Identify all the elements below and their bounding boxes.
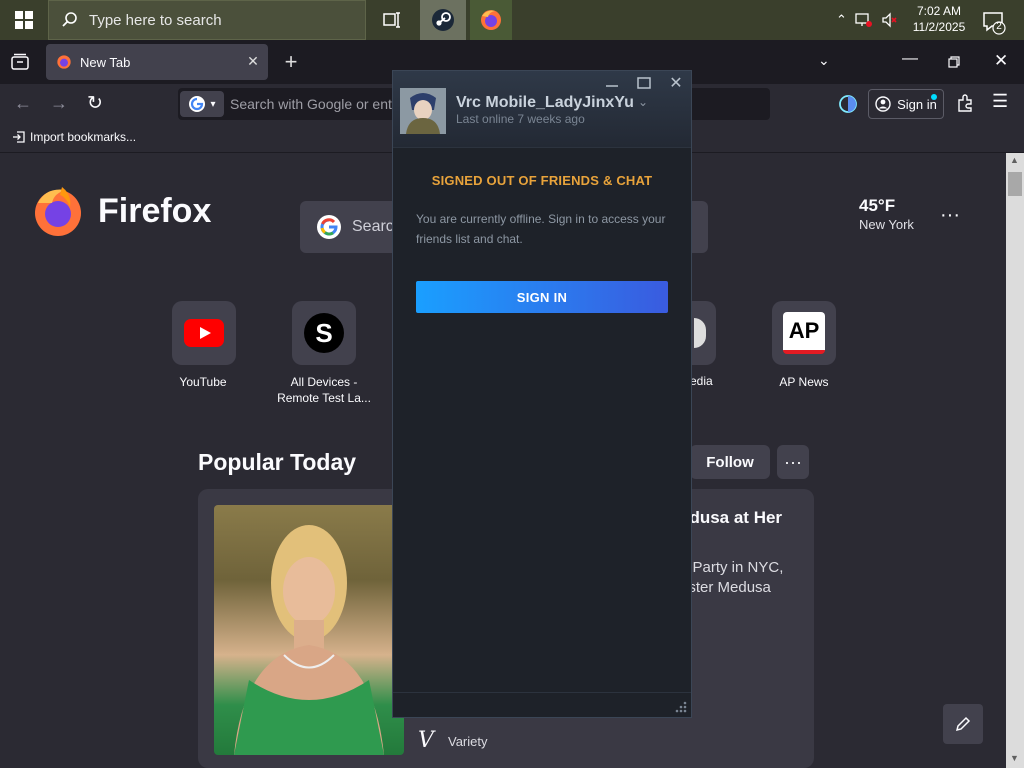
taskbar-search-box[interactable]: Type here to search [48,0,366,40]
scrollbar[interactable]: ▲ ▼ [1006,153,1024,768]
steam-close-icon[interactable]: ✕ [668,76,684,92]
reload-icon[interactable]: ↻ [87,92,103,115]
google-search-icon [317,215,341,239]
steam-footer-divider [393,692,691,693]
clock-time: 7:02 AM [916,4,962,18]
account-icon [875,96,891,112]
window-restore-icon[interactable] [948,56,960,68]
firefox-tab-icon [57,55,71,69]
scrollbar-thumb[interactable] [1008,172,1022,196]
action-center-button[interactable]: 2 [980,8,1008,36]
steam-username[interactable]: Vrc Mobile_LadyJinxYu [456,94,634,112]
shortcut-all-devices-label-line2: Remote Test La... [277,391,371,405]
forward-arrow-icon[interactable]: → [50,93,68,114]
clock-date: 11/2/2025 [912,20,966,34]
firefox-monitor-icon[interactable] [838,94,858,114]
menu-hamburger-icon[interactable]: ☰ [992,91,1008,112]
steam-maximize-icon[interactable] [636,76,652,90]
system-tray: ⌃ [836,0,916,40]
weather-temperature[interactable]: 45°F [859,196,895,216]
resize-grip-icon[interactable] [672,698,688,714]
start-button[interactable] [0,0,48,40]
story-photo-icon [234,525,384,755]
firefox-logo-icon [35,187,81,236]
story-image [214,505,404,755]
search-icon [62,12,77,27]
notification-icon [983,12,1006,35]
youtube-icon [184,319,224,347]
weather-more-icon[interactable]: ··· [940,204,960,227]
steam-minimize-icon[interactable] [604,76,620,90]
follow-button[interactable]: Follow [690,445,770,479]
google-icon [189,96,206,112]
import-bookmarks-button[interactable]: Import bookmarks... [12,130,136,144]
steam-sign-in-button[interactable]: SIGN IN [416,281,668,313]
search-engine-selector[interactable]: ▾ [180,91,224,117]
taskbar-steam-button[interactable] [420,0,466,40]
steam-icon [432,9,454,31]
taskbar-clock[interactable]: 7:02 AM 11/2/2025 [906,3,972,35]
weather-city[interactable]: New York [859,217,914,232]
tab-new-tab[interactable]: New Tab [46,44,268,80]
shortcut-youtube[interactable] [172,301,236,365]
scroll-down-icon[interactable]: ▼ [1010,753,1019,763]
shortcut-all-devices-label-line1: All Devices - [290,375,358,389]
story-description-line1: n Party in NYC, [680,559,784,576]
account-sign-in-button[interactable]: Sign in [868,89,944,119]
firefox-wordmark: Firefox [98,192,212,230]
extensions-icon[interactable] [956,94,974,112]
shortcut-ap-news-label: AP News [779,375,829,389]
shortcut-media-label: edia [690,374,713,388]
popular-today-heading: Popular Today [198,449,357,475]
story-description-line2: nster Medusa [680,579,771,596]
steam-avatar[interactable] [400,88,446,134]
notification-count: 2 [996,21,1002,32]
story-description: n Party in NYC, nster Medusa [680,558,810,598]
variety-logo-icon: V [418,728,434,753]
shortcut-all-devices[interactable]: S [292,301,356,365]
story-source: Variety [448,734,488,749]
task-view-icon [383,12,400,28]
url-bar-placeholder: Search with Google or ente [230,96,400,112]
task-view-button[interactable] [370,0,414,40]
list-all-tabs-icon[interactable]: ⌄ [818,52,830,69]
shortcut-ap-news[interactable]: AP [772,301,836,365]
firefox-view-icon[interactable] [10,53,30,71]
steam-friends-window [392,70,692,718]
window-minimize-icon[interactable]: — [902,50,918,68]
speaker-muted-icon[interactable] [881,12,899,28]
import-icon [13,131,25,143]
s-app-icon: S [304,313,344,353]
steam-signed-out-heading: SIGNED OUT OF FRIENDS & CHAT [431,173,653,188]
shortcut-all-devices-label: All Devices - Remote Test La... [269,374,379,406]
chevron-up-icon[interactable]: ⌃ [836,12,847,28]
tab-title: New Tab [80,54,131,70]
steam-header-divider [393,147,691,148]
story-title[interactable]: edusa at Her [680,508,810,528]
taskbar-search-placeholder: Type here to search [89,11,222,29]
more-options-button[interactable]: ··· [777,445,809,479]
firefox-icon [481,10,501,30]
chevron-down-icon[interactable]: ⌄ [638,95,648,109]
shortcut-youtube-label: YouTube [179,375,227,389]
back-arrow-icon[interactable]: ← [14,93,32,114]
windows-icon [15,11,33,29]
tab-close-icon[interactable]: ✕ [244,52,262,70]
shortcut-media[interactable] [690,301,716,365]
customize-edit-button[interactable] [943,704,983,744]
window-close-icon[interactable]: ✕ [994,51,1008,71]
ap-news-icon: AP [783,312,825,354]
media-icon [694,318,706,348]
import-bookmarks-label: Import bookmarks... [30,130,137,144]
steam-online-status: Last online 7 weeks ago [456,112,585,126]
notification-dot [931,94,937,100]
steam-offline-message: You are currently offline. Sign in to ac… [416,212,666,246]
taskbar-firefox-button[interactable] [470,0,512,40]
avatar-image-icon [400,88,446,134]
network-icon[interactable] [855,12,873,28]
scroll-up-icon[interactable]: ▲ [1010,155,1019,165]
chevron-down-icon: ▾ [210,98,216,110]
new-tab-button[interactable]: + [280,50,302,74]
pencil-icon [955,716,971,732]
